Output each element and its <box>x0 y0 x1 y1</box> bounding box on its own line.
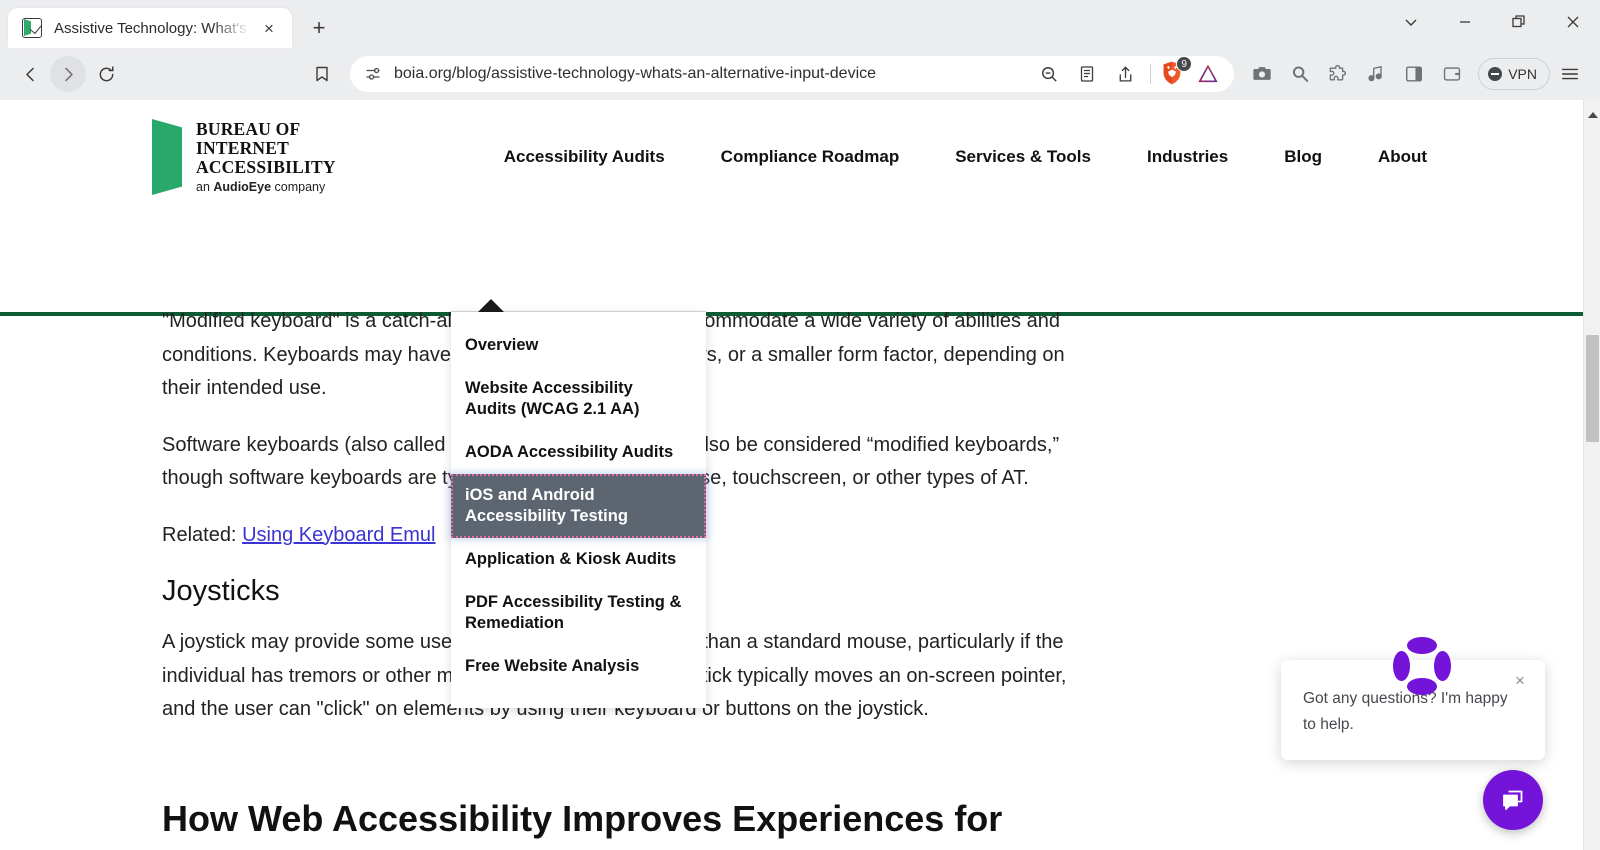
close-tab-icon[interactable]: × <box>256 15 282 41</box>
site-header: BUREAU OF INTERNET ACCESSIBILITY an Audi… <box>0 100 1583 214</box>
brave-shields-icon[interactable]: 9 <box>1158 56 1193 89</box>
dropdown-item-website-accessibility-audits[interactable]: Website Accessibility Audits (WCAG 2.1 A… <box>451 367 706 431</box>
boia-logo-mark-icon <box>152 119 182 195</box>
dropdown-item-ios-android-accessibility-testing[interactable]: iOS and Android Accessibility Testing <box>451 474 706 538</box>
vpn-status-icon <box>1488 67 1503 81</box>
chat-launcher-button[interactable] <box>1483 770 1543 830</box>
logo-line-2: INTERNET <box>196 137 290 158</box>
logo-wordmark: BUREAU OF INTERNET ACCESSIBILITY an Audi… <box>196 120 336 194</box>
reload-icon[interactable] <box>88 56 124 92</box>
tab-title: Assistive Technology: What's an <box>54 19 256 37</box>
avatar-petal-top-icon <box>1407 637 1437 654</box>
chat-agent-avatar <box>1393 637 1451 695</box>
nav-item-compliance-roadmap[interactable]: Compliance Roadmap <box>693 147 928 167</box>
dropdown-caret-icon <box>478 299 504 312</box>
dropdown-item-overview[interactable]: Overview <box>451 324 706 367</box>
related-link[interactable]: Using Keyboard Emul <box>242 524 435 546</box>
avatar-petal-bottom-icon <box>1407 678 1437 695</box>
page-viewport: BUREAU OF INTERNET ACCESSIBILITY an Audi… <box>0 100 1600 850</box>
site-navigation: Accessibility Audits Compliance Roadmap … <box>476 147 1455 167</box>
hamburger-menu-icon[interactable] <box>1552 56 1588 92</box>
browser-window: Assistive Technology: What's an × + boia… <box>0 0 1600 850</box>
nav-item-about[interactable]: About <box>1350 147 1455 167</box>
scrollbar-thumb[interactable] <box>1586 335 1599 442</box>
logo-line-1: BUREAU OF <box>196 118 301 139</box>
tab-search-icon[interactable] <box>1384 0 1438 44</box>
omnibox-actions: 9 <box>1031 56 1226 92</box>
boia-favicon-icon <box>22 18 42 38</box>
dropdown-item-application-kiosk-audits[interactable]: Application & Kiosk Audits <box>451 538 706 581</box>
nav-item-accessibility-audits[interactable]: Accessibility Audits <box>476 147 693 167</box>
sidebar-toggle-icon[interactable] <box>1396 56 1432 92</box>
dropdown-item-pdf-accessibility-testing[interactable]: PDF Accessibility Testing & Remediation <box>451 581 706 645</box>
minimize-window-icon[interactable] <box>1438 0 1492 44</box>
site-settings-icon[interactable] <box>364 65 382 83</box>
omnibox-divider <box>1150 64 1152 84</box>
avatar-petal-left-icon <box>1393 651 1410 681</box>
url-text[interactable]: boia.org/blog/assistive-technology-whats… <box>394 65 1031 83</box>
extensions-icon[interactable] <box>1320 56 1356 92</box>
accessibility-audits-dropdown: Overview Website Accessibility Audits (W… <box>451 299 706 708</box>
site-logo[interactable]: BUREAU OF INTERNET ACCESSIBILITY an Audi… <box>152 119 336 195</box>
reader-mode-icon[interactable] <box>1069 56 1105 92</box>
heading-how-web-accessibility: How Web Accessibility Improves Experienc… <box>162 797 1003 850</box>
bookmark-icon[interactable] <box>304 56 340 92</box>
vpn-button[interactable]: VPN <box>1478 58 1550 90</box>
nav-item-blog[interactable]: Blog <box>1256 147 1350 167</box>
tab-strip: Assistive Technology: What's an × + <box>0 0 1600 48</box>
close-chat-bubble-icon[interactable]: × <box>1509 670 1531 692</box>
zoom-out-icon[interactable] <box>1031 56 1067 92</box>
nav-item-services-tools[interactable]: Services & Tools <box>927 147 1119 167</box>
search-icon[interactable] <box>1282 56 1318 92</box>
page-scrollbar[interactable] <box>1583 100 1600 850</box>
share-icon[interactable] <box>1107 56 1143 92</box>
dropdown-item-free-website-analysis[interactable]: Free Website Analysis <box>451 645 706 688</box>
browser-toolbar: boia.org/blog/assistive-technology-whats… <box>0 48 1600 100</box>
new-tab-button[interactable]: + <box>302 11 336 45</box>
window-controls <box>1384 0 1600 44</box>
address-bar[interactable]: boia.org/blog/assistive-technology-whats… <box>350 56 1235 92</box>
nav-item-industries[interactable]: Industries <box>1119 147 1256 167</box>
dropdown-item-aoda-accessibility-audits[interactable]: AODA Accessibility Audits <box>451 431 706 474</box>
vpn-label: VPN <box>1508 66 1537 82</box>
screenshot-icon[interactable] <box>1244 56 1280 92</box>
logo-line-3: ACCESSIBILITY <box>196 156 336 177</box>
wallet-icon[interactable] <box>1434 56 1470 92</box>
forward-icon[interactable] <box>50 56 86 92</box>
close-window-icon[interactable] <box>1546 0 1600 44</box>
related-prefix: Related: <box>162 523 243 546</box>
logo-tagline: an AudioEye company <box>196 179 326 194</box>
browser-tab-active[interactable]: Assistive Technology: What's an × <box>8 8 292 48</box>
avatar-petal-right-icon <box>1434 651 1451 681</box>
brave-rewards-icon[interactable] <box>1190 56 1226 92</box>
web-page: BUREAU OF INTERNET ACCESSIBILITY an Audi… <box>0 100 1583 850</box>
scroll-up-arrow-icon[interactable] <box>1588 112 1598 118</box>
restore-window-icon[interactable] <box>1492 0 1546 44</box>
back-icon[interactable] <box>12 56 48 92</box>
music-note-icon[interactable] <box>1358 56 1394 92</box>
